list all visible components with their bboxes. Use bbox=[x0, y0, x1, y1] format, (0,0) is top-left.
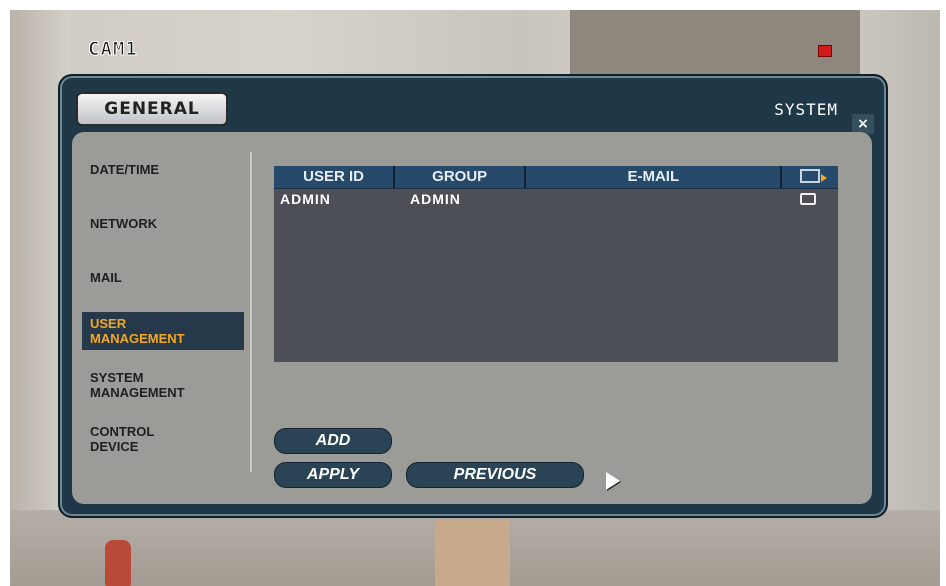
sidebar-item-date-time[interactable]: DATE/TIME bbox=[82, 150, 244, 188]
settings-dialog: GENERAL SYSTEM × DATE/TIME NETWORK MAIL … bbox=[58, 74, 888, 518]
apply-button[interactable]: APPLY bbox=[274, 462, 392, 488]
feed-box bbox=[435, 520, 510, 586]
cell-notify bbox=[780, 189, 836, 209]
add-button[interactable]: ADD bbox=[274, 428, 392, 454]
notify-checkbox[interactable] bbox=[800, 193, 816, 205]
cell-user-id: ADMIN bbox=[280, 191, 331, 207]
settings-sidebar: DATE/TIME NETWORK MAIL USER MANAGEMENT S… bbox=[82, 150, 247, 474]
table-header: USER ID GROUP E-MAIL bbox=[274, 166, 838, 189]
settings-panel: DATE/TIME NETWORK MAIL USER MANAGEMENT S… bbox=[72, 132, 872, 504]
mouse-cursor-icon bbox=[606, 472, 620, 490]
dialog-section-title: SYSTEM bbox=[774, 100, 838, 119]
cell-group: ADMIN bbox=[410, 191, 461, 207]
column-header-email[interactable]: E-MAIL bbox=[526, 166, 783, 188]
column-header-notify bbox=[782, 166, 838, 188]
column-header-user-id[interactable]: USER ID bbox=[274, 166, 396, 188]
sidebar-item-mail[interactable]: MAIL bbox=[82, 258, 244, 296]
user-table: USER ID GROUP E-MAIL ADMIN ADMIN bbox=[274, 166, 838, 362]
sidebar-item-user-management[interactable]: USER MANAGEMENT bbox=[82, 312, 244, 350]
table-row[interactable]: ADMIN ADMIN bbox=[274, 189, 838, 209]
sidebar-divider bbox=[250, 152, 252, 472]
camera-label: CAM1 bbox=[88, 38, 138, 61]
cell-email bbox=[524, 189, 780, 209]
sidebar-item-system-management[interactable]: SYSTEM MANAGEMENT bbox=[82, 366, 244, 404]
mail-notify-icon bbox=[800, 169, 828, 183]
previous-button[interactable]: PREVIOUS bbox=[406, 462, 584, 488]
sidebar-item-network[interactable]: NETWORK bbox=[82, 204, 244, 242]
column-header-group[interactable]: GROUP bbox=[395, 166, 527, 188]
tab-general[interactable]: GENERAL bbox=[76, 92, 228, 126]
sidebar-item-control-device[interactable]: CONTROL DEVICE bbox=[82, 420, 244, 458]
close-icon[interactable]: × bbox=[852, 114, 874, 134]
feed-figure bbox=[105, 540, 131, 586]
recording-indicator-icon bbox=[818, 45, 832, 57]
